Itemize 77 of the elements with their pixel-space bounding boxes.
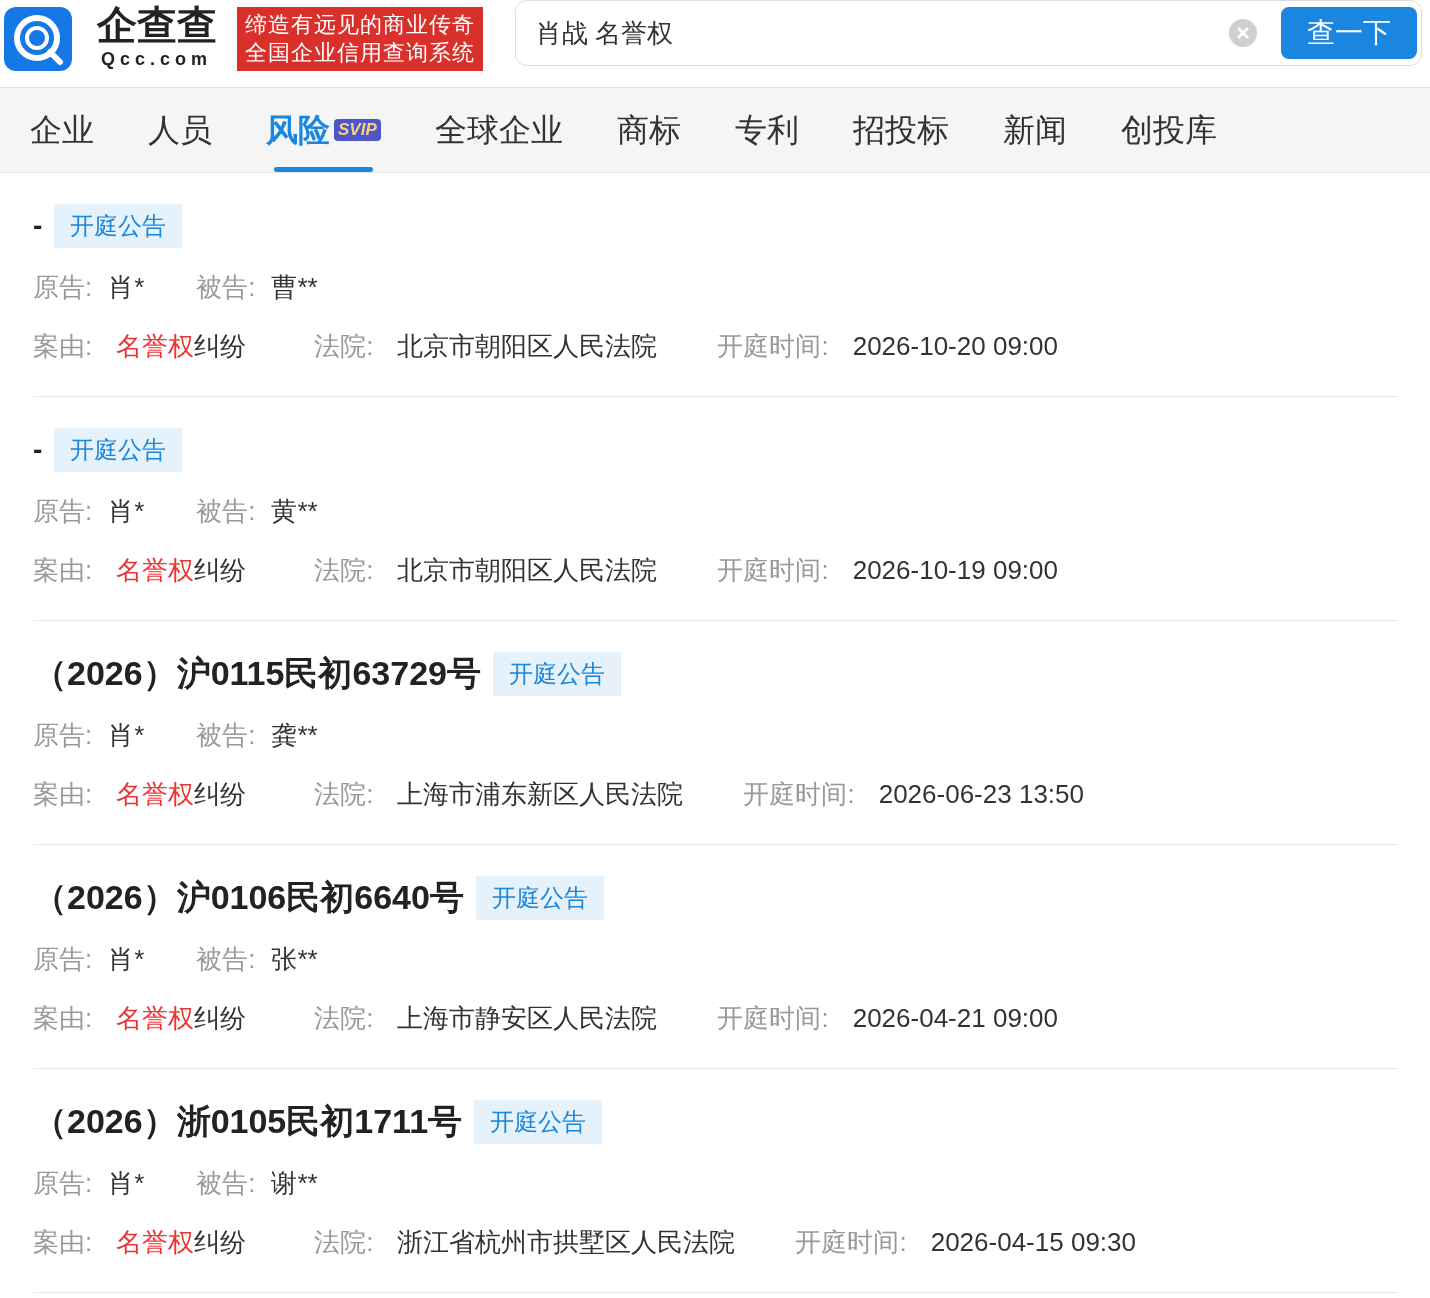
plaintiff-label: 原告: [33, 718, 93, 752]
plaintiff-label: 原告: [33, 942, 93, 976]
plaintiff-label: 原告: [33, 1166, 93, 1200]
court-label: 法院: [314, 1225, 374, 1259]
defendant-name: 谢** [271, 1166, 318, 1200]
nav-tab[interactable]: 全球企业 [434, 88, 563, 172]
defendant-label: 被告: [196, 270, 256, 304]
defendant-name: 龚** [271, 718, 318, 752]
court-name: 北京市朝阳区人民法院 [397, 329, 658, 363]
hearing-time-label: 开庭时间: [717, 1001, 829, 1035]
court-name: 北京市朝阳区人民法院 [397, 553, 658, 587]
svip-badge: SVIP [334, 119, 381, 141]
plaintiff-name: 肖* [108, 494, 146, 528]
notice-tag: 开庭公告 [492, 651, 621, 696]
cause-text: 名誉权纠纷 [116, 329, 248, 363]
hearing-time-label: 开庭时间: [795, 1225, 907, 1259]
plaintiff-name: 肖* [108, 942, 146, 976]
case-number[interactable]: - [33, 435, 43, 464]
nav-tab[interactable]: 企业 [30, 88, 94, 172]
plaintiff-name: 肖* [108, 270, 146, 304]
court-label: 法院: [314, 777, 374, 811]
hearing-time: 2026-04-21 09:00 [852, 1001, 1058, 1035]
hearing-time-label: 开庭时间: [743, 777, 855, 811]
case-number[interactable]: （2026）沪0115民初63729号 [33, 648, 481, 699]
logo-domain: Qcc.com [100, 48, 212, 71]
court-name: 上海市静安区人民法院 [397, 1001, 658, 1035]
court-label: 法院: [314, 1001, 374, 1035]
court-label: 法院: [314, 329, 374, 363]
notice-tag: 开庭公告 [54, 203, 183, 248]
cause-label: 案由: [33, 553, 93, 587]
defendant-name: 张** [271, 942, 318, 976]
cause-text: 名誉权纠纷 [116, 1001, 248, 1035]
nav-tab[interactable]: 创投库 [1120, 88, 1217, 172]
cause-label: 案由: [33, 777, 93, 811]
notice-tag: 开庭公告 [475, 875, 604, 920]
nav-tab[interactable]: 新闻 [1002, 88, 1067, 172]
cause-label: 案由: [33, 1225, 93, 1259]
defendant-name: 曹** [271, 270, 318, 304]
hearing-time-label: 开庭时间: [717, 553, 829, 587]
hearing-time: 2026-06-23 13:50 [878, 777, 1084, 811]
plaintiff-label: 原告: [33, 494, 93, 528]
plaintiff-label: 原告: [33, 270, 93, 304]
nav-tab[interactable]: 商标 [616, 88, 681, 172]
search-field[interactable]: 肖战 名誉权 查一下 [515, 0, 1422, 66]
hearing-time: 2026-10-19 09:00 [852, 553, 1058, 587]
plaintiff-name: 肖* [108, 718, 146, 752]
court-label: 法院: [314, 553, 374, 587]
notice-tag: 开庭公告 [474, 1099, 603, 1144]
cause-label: 案由: [33, 1001, 93, 1035]
plaintiff-name: 肖* [108, 1166, 146, 1200]
cause-text: 名誉权纠纷 [116, 777, 248, 811]
defendant-label: 被告: [196, 1166, 256, 1200]
nav-tab[interactable]: 人员 [148, 88, 212, 172]
cause-text: 名誉权纠纷 [116, 1225, 248, 1259]
case-number[interactable]: （2026）浙0105民初1711号 [33, 1096, 463, 1147]
logo-icon [4, 6, 72, 71]
case-number[interactable]: （2026）沪0106民初6640号 [33, 872, 464, 923]
defendant-label: 被告: [196, 494, 256, 528]
cause-label: 案由: [33, 329, 93, 363]
search-button[interactable]: 查一下 [1281, 7, 1417, 59]
hearing-time-label: 开庭时间: [717, 329, 829, 363]
slogan-banner: 缔造有远见的商业传奇 全国企业信用查询系统 [237, 6, 483, 71]
hearing-time: 2026-04-15 09:30 [930, 1225, 1136, 1259]
clear-icon[interactable] [1229, 19, 1257, 47]
defendant-label: 被告: [196, 942, 256, 976]
court-name: 浙江省杭州市拱墅区人民法院 [397, 1225, 736, 1259]
nav-tab[interactable]: 风险 SVIP [266, 88, 381, 172]
nav-tab[interactable]: 专利 [734, 88, 799, 172]
notice-tag: 开庭公告 [54, 427, 183, 472]
defendant-name: 黄** [271, 494, 318, 528]
court-name: 上海市浦东新区人民法院 [397, 777, 684, 811]
hearing-time: 2026-10-20 09:00 [852, 329, 1058, 363]
nav-tab[interactable]: 招投标 [852, 88, 949, 172]
case-number[interactable]: - [33, 211, 43, 240]
cause-text: 名誉权纠纷 [116, 553, 248, 587]
defendant-label: 被告: [196, 718, 256, 752]
logo-name: 企查查 [96, 4, 217, 46]
